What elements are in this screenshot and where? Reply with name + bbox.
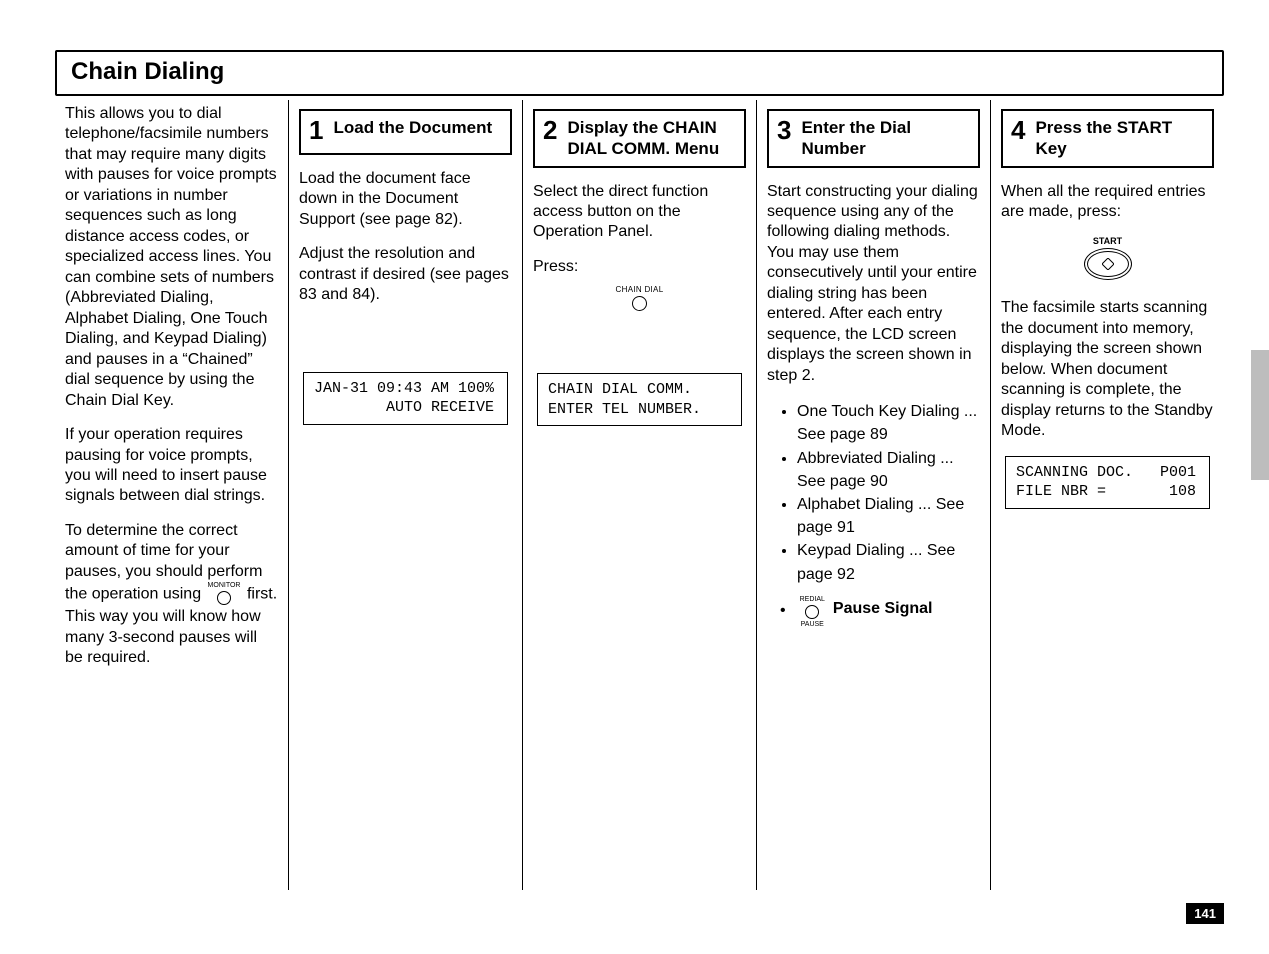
start-oval-icon [1084,248,1132,280]
circle-icon [217,591,231,605]
chain-dial-button-icon: CHAIN DIAL [533,285,746,313]
step-4-header: 4 Press the START Key [1001,109,1214,168]
step-2-lcd: CHAIN DIAL COMM. ENTER TEL NUMBER. [537,373,742,426]
section-title-bar: Chain Dialing [55,50,1224,96]
step-3-title: Enter the Dial Number [801,115,970,160]
redial-label: REDIAL [800,596,825,603]
redial-pause-button-icon: REDIAL PAUSE [800,596,825,628]
pause-label-small: PAUSE [801,621,824,628]
list-item: One Touch Key Dialing ... See page 89 [797,400,980,446]
intro-para-3: To determine the correct amount of time … [65,521,278,669]
start-label: START [1093,236,1122,246]
step-2-header: 2 Display the CHAIN DIAL COMM. Menu [533,109,746,168]
step-3-p1: Start constructing your dialing sequence… [767,182,980,387]
diamond-icon [1102,258,1114,270]
step-3-list: One Touch Key Dialing ... See page 89 Ab… [767,400,980,586]
chain-dial-label: CHAIN DIAL [616,285,664,294]
circle-icon [805,605,819,619]
bullet-icon: • [780,602,786,620]
step-1-number: 1 [309,115,323,143]
step-1-lcd: JAN-31 09:43 AM 100% AUTO RECEIVE [303,372,508,425]
step-4-lcd: SCANNING DOC. P001 FILE NBR = 108 [1005,456,1210,509]
step-4-title: Press the START Key [1035,115,1204,160]
step-2-p1: Select the direct function access button… [533,182,746,243]
monitor-label: MONITOR [208,582,241,589]
step-4-column: 4 Press the START Key When all the requi… [990,100,1224,890]
step-3-header: 3 Enter the Dial Number [767,109,980,168]
step-2-number: 2 [543,115,557,143]
pause-signal-item: • REDIAL PAUSE Pause Signal [767,596,980,628]
step-4-number: 4 [1011,115,1025,143]
step-1-column: 1 Load the Document Load the document fa… [288,100,522,890]
step-1-title: Load the Document [333,115,492,138]
section-title: Chain Dialing [71,58,224,85]
monitor-button-icon: MONITOR [208,582,241,607]
list-item: Abbreviated Dialing ... See page 90 [797,447,980,493]
step-1-p1: Load the document face down in the Docum… [299,169,512,230]
intro-para-1: This allows you to dial telephone/facsim… [65,104,278,411]
step-2-column: 2 Display the CHAIN DIAL COMM. Menu Sele… [522,100,756,890]
step-4-p2: The facsimile starts scanning the docume… [1001,298,1214,441]
step-1-p2: Adjust the resolution and contrast if de… [299,244,512,305]
page-number: 141 [1186,903,1224,924]
side-tab [1251,350,1269,480]
step-2-p2: Press: [533,257,746,277]
columns: This allows you to dial telephone/facsim… [55,100,1224,890]
step-3-number: 3 [777,115,791,143]
step-1-header: 1 Load the Document [299,109,512,155]
start-button-icon: START [1073,236,1143,280]
circle-icon [632,296,647,311]
step-2-title: Display the CHAIN DIAL COMM. Menu [567,115,736,160]
intro-para-2: If your operation requires pausing for v… [65,425,278,507]
pause-signal-label: Pause Signal [833,596,933,618]
list-item: Alphabet Dialing ... See page 91 [797,493,980,539]
step-4-p1: When all the required entries are made, … [1001,182,1214,223]
intro-column: This allows you to dial telephone/facsim… [55,100,288,890]
list-item: Keypad Dialing ... See page 92 [797,539,980,585]
step-3-column: 3 Enter the Dial Number Start constructi… [756,100,990,890]
